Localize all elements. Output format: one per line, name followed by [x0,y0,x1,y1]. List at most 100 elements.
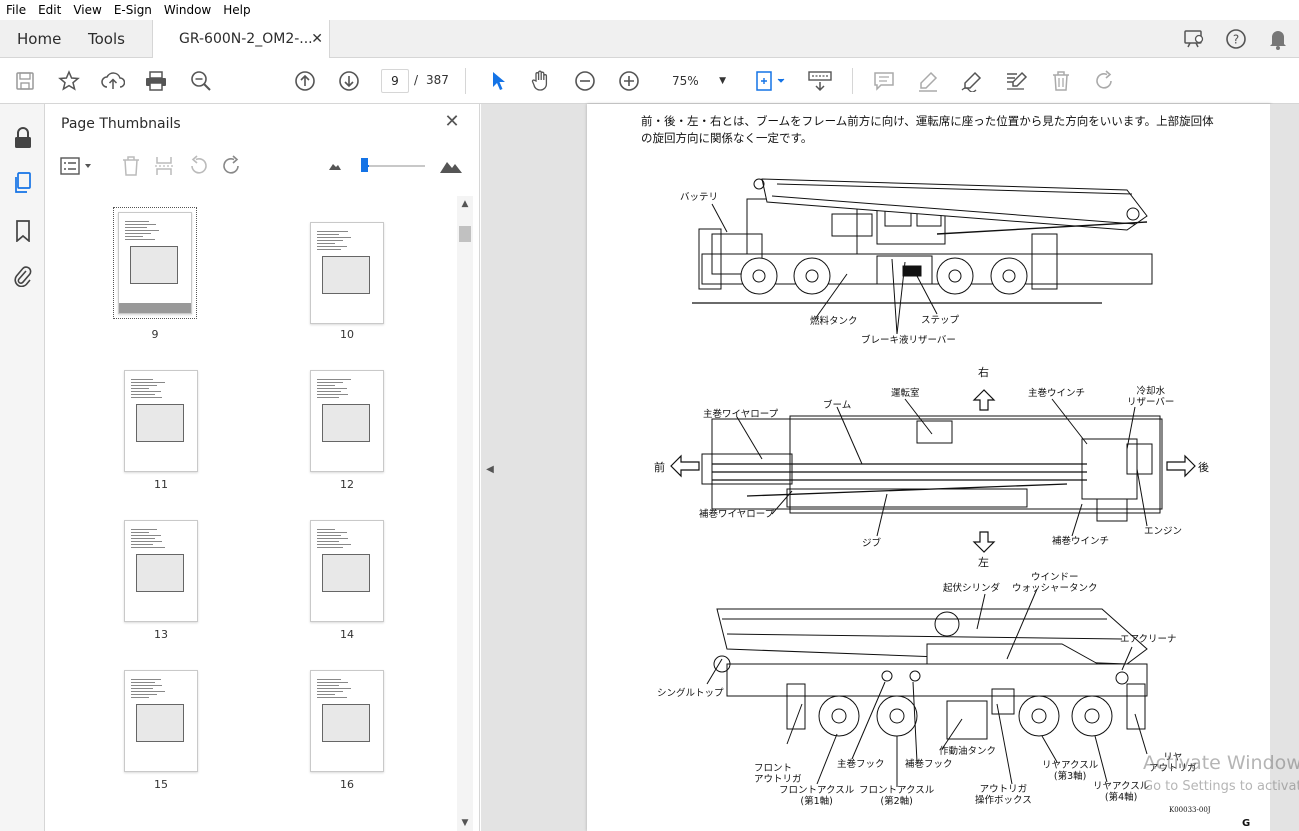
tab-document[interactable]: GR-600N-2_OM2-... ✕ [152,20,330,59]
menu-esign[interactable]: E-Sign [108,3,158,17]
zoom-level-select[interactable]: 75% ▼ [662,69,732,93]
label-left-direction: 左 [978,556,989,569]
label-aux-wire-rope: 補巻ワイヤロープ [699,509,775,520]
edit-form-icon[interactable] [1001,66,1031,96]
previous-page-icon[interactable] [290,66,320,96]
menu-window[interactable]: Window [158,3,217,17]
scroll-down-arrow-icon[interactable]: ▼ [457,815,473,831]
page-separator: / [414,73,419,87]
svg-text:?: ? [1233,33,1239,47]
attachment-paperclip-icon[interactable] [8,261,38,291]
tab-document-title: GR-600N-2_OM2-... [179,31,313,47]
label-cab: 運転室 [891,388,920,399]
document-scrollbar[interactable] [1270,104,1299,831]
page-thumbnail[interactable] [310,670,384,772]
hand-tool-icon[interactable] [526,66,556,96]
save-icon[interactable] [10,66,40,96]
label-main-winch: 主巻ウインチ [1028,388,1086,399]
label-jib: ジブ [862,538,882,549]
page-thumbnail[interactable] [310,370,384,472]
select-cursor-icon[interactable] [483,66,513,96]
zoom-in-icon[interactable] [614,66,644,96]
page-number-input[interactable]: 9 [381,69,409,93]
activation-watermark-sub: Go to Settings to activate [1143,779,1299,794]
thumbnail-size-slider[interactable] [365,165,425,167]
highlight-pen-icon[interactable] [913,66,943,96]
page-thumbnail[interactable] [124,670,198,772]
label-front-direction: 前 [654,461,665,474]
figure-code: K00033-00J [1169,806,1211,814]
pdf-page: 前・後・左・右とは、ブームをフレーム前方に向け、運転席に座った位置から見た方向を… [587,104,1271,831]
sign-pen-icon[interactable] [957,66,987,96]
label-aux-winch: 補巻ウインチ [1052,536,1110,547]
page-thumbnail[interactable] [113,207,197,319]
delete-trash-icon[interactable] [1046,66,1076,96]
fit-page-icon[interactable] [750,66,790,96]
scroll-up-arrow-icon[interactable]: ▲ [457,196,473,212]
label-boom: ブーム [823,400,852,411]
lock-icon[interactable] [8,123,38,153]
slider-handle[interactable] [361,158,368,172]
next-page-icon[interactable] [334,66,364,96]
label-fuel-tank: 燃料タンク [810,316,858,327]
delete-page-icon[interactable] [119,152,143,180]
rotate-clockwise-icon[interactable] [220,152,244,180]
close-tab-icon[interactable]: ✕ [311,20,323,58]
scroll-mode-icon[interactable] [805,66,835,96]
label-outrigger-box: アウトリガ 操作ボックス [975,784,1032,806]
thumbnail-page-label: 15 [154,778,168,791]
bookmarks-icon[interactable] [8,216,38,246]
menu-view[interactable]: View [67,3,107,17]
label-rear-axle-3: リヤアクスル (第3軸) [1042,760,1099,782]
collapse-panel-arrow-icon[interactable]: ◀ [483,455,497,485]
small-mountain-icon [325,152,345,180]
label-hydraulic-tank: 作動油タンク [939,746,997,757]
bookmark-star-icon[interactable] [54,66,84,96]
label-front-axle-2: フロントアクスル (第2軸) [859,785,935,807]
redo-icon[interactable] [1090,66,1120,96]
label-main-wire-rope: 主巻ワイヤロープ [703,409,779,420]
menu-edit[interactable]: Edit [32,3,67,17]
zoom-out-icon[interactable] [570,66,600,96]
tab-home[interactable]: Home [17,20,61,58]
page-thumbnail[interactable] [310,222,384,324]
toolbar-divider [465,68,466,94]
tab-tools[interactable]: Tools [88,20,125,58]
label-single-top: シングルトップ [657,688,724,699]
thumbnail-page-label: 11 [154,478,168,491]
label-aux-hook: 補巻フック [905,759,953,770]
thumbnail-page-label: 9 [151,328,159,341]
toolbar-divider [852,68,853,94]
label-coolant-reservoir: 冷却水 リザーバー [1127,386,1175,408]
thumbnail-page-label: 10 [340,328,354,341]
thumbnail-page-label: 12 [340,478,354,491]
page-thumbnail[interactable] [124,520,198,622]
upload-cloud-icon[interactable] [98,66,128,96]
label-brake-reservoir: ブレーキ液リザーバー [861,335,956,346]
thumbnail-page-label: 14 [340,628,354,641]
rotate-counterclockwise-icon[interactable] [186,152,210,180]
notification-bell-icon[interactable] [1257,20,1299,58]
extract-page-icon[interactable] [152,152,176,180]
thumbnail-scrollbar[interactable]: ▲ ▼ [457,196,473,831]
label-front-axle-1: フロントアクスル (第1軸) [779,785,855,807]
main-toolbar: 9 / 387 75% ▼ [0,58,1299,104]
label-right-direction: 右 [978,366,989,379]
page-thumbnail[interactable] [124,370,198,472]
thumbnail-options-menu[interactable] [59,152,95,180]
close-panel-icon[interactable]: ✕ [442,112,462,132]
help-icon[interactable]: ? [1215,20,1257,58]
menu-file[interactable]: File [0,3,32,17]
large-mountain-icon [438,152,464,180]
left-view-wheels [818,695,1113,737]
menu-help[interactable]: Help [217,3,256,17]
share-screen-icon[interactable] [1173,20,1215,58]
page-total: 387 [426,73,449,87]
zoom-out-search-icon[interactable] [186,66,216,96]
print-icon[interactable] [141,66,171,96]
page-thumbnail[interactable] [310,520,384,622]
comment-icon[interactable] [869,66,899,96]
scrollbar-thumb[interactable] [459,226,471,242]
page-thumbnails-icon[interactable] [8,168,38,198]
thumbnail-page-label: 13 [154,628,168,641]
